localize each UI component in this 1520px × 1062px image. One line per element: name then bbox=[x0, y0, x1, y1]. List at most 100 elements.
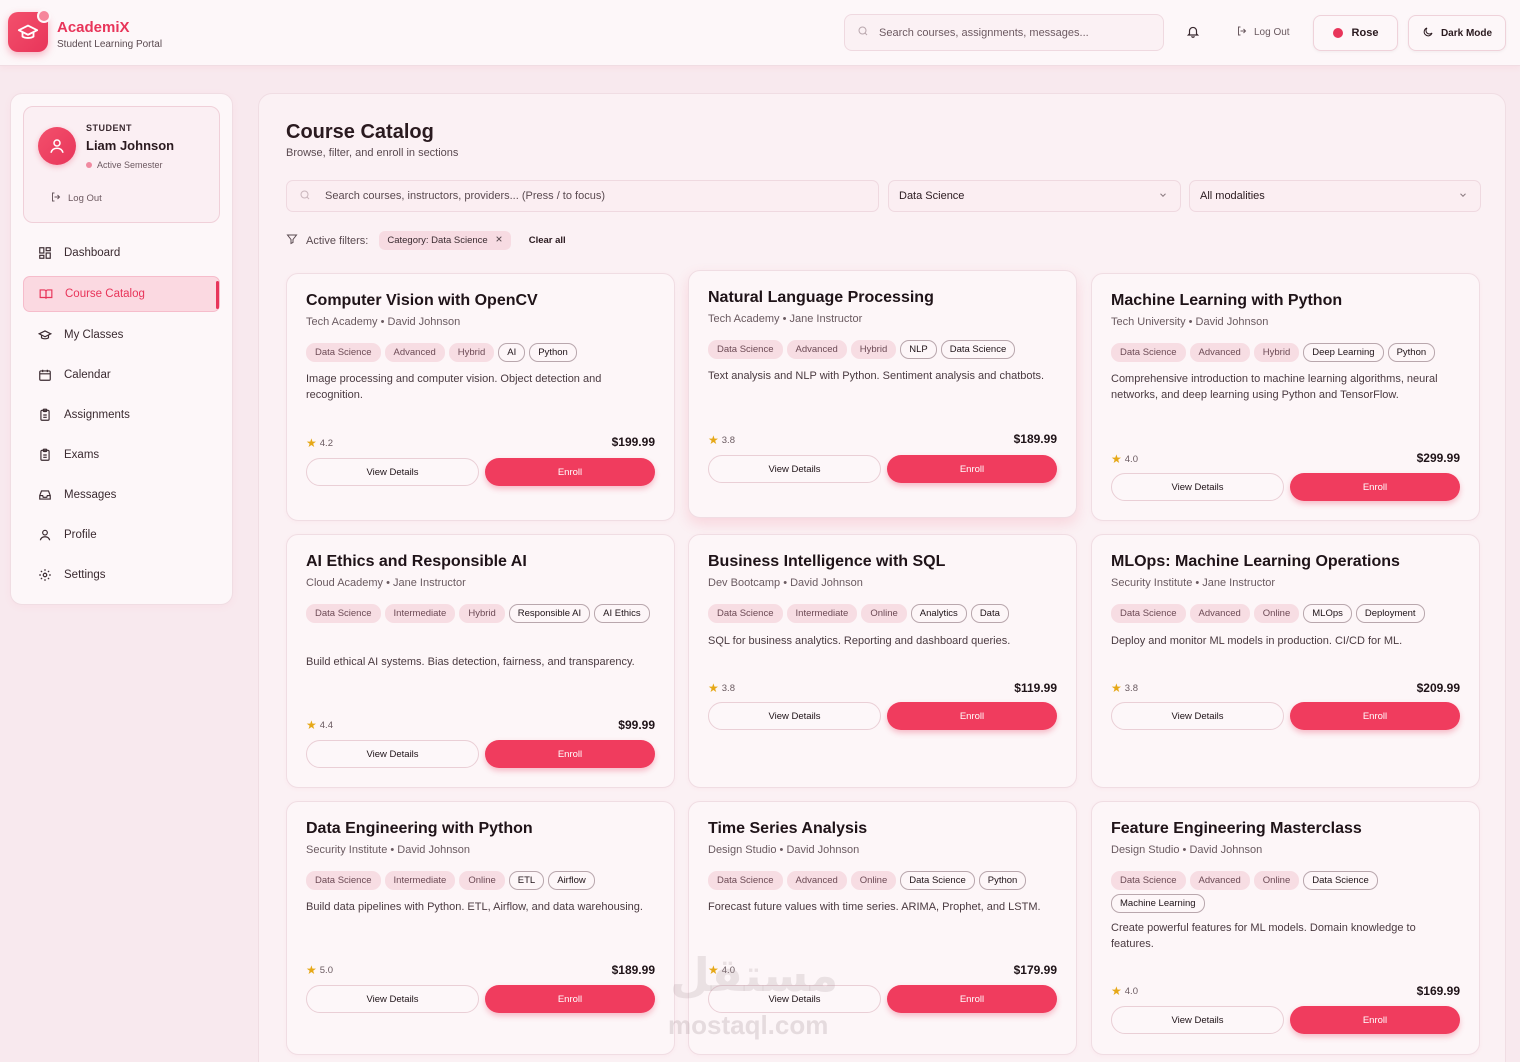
course-title[interactable]: Data Engineering with Python bbox=[306, 820, 533, 838]
page-subtitle: Browse, filter, and enroll in sections bbox=[286, 147, 459, 159]
enroll-button[interactable]: Enroll bbox=[887, 985, 1057, 1013]
search-icon bbox=[299, 189, 311, 204]
course-tags: Data Science Advanced Online Data Scienc… bbox=[1111, 871, 1461, 913]
rating-value: 3.8 bbox=[721, 682, 735, 694]
view-details-button[interactable]: View Details bbox=[1111, 702, 1284, 730]
brand-subtitle: Student Learning Portal bbox=[57, 39, 163, 50]
course-description: Text analysis and NLP with Python. Senti… bbox=[708, 370, 1045, 382]
tag: Machine Learning bbox=[1111, 894, 1205, 913]
filter-chip[interactable]: Category: Data Science bbox=[379, 231, 511, 250]
filter-icon bbox=[286, 233, 298, 248]
course-title[interactable]: AI Ethics and Responsible AI bbox=[306, 553, 527, 571]
enroll-button[interactable]: Enroll bbox=[1290, 473, 1460, 501]
view-details-button[interactable]: View Details bbox=[708, 455, 881, 483]
sidebar-item-label: Exams bbox=[64, 449, 100, 461]
course-title[interactable]: MLOps: Machine Learning Operations bbox=[1111, 553, 1400, 571]
tag: MLOps bbox=[1303, 604, 1352, 623]
tag: Data Science bbox=[708, 871, 783, 890]
course-title[interactable]: Business Intelligence with SQL bbox=[708, 553, 945, 571]
dark-mode-button[interactable]: Dark Mode bbox=[1408, 15, 1506, 51]
course-title[interactable]: Time Series Analysis bbox=[708, 820, 867, 838]
sidebar-item-calendar[interactable]: Calendar bbox=[23, 357, 220, 393]
clear-all-button[interactable]: Clear all bbox=[529, 235, 566, 246]
star-icon: ★ bbox=[708, 681, 719, 695]
star-icon: ★ bbox=[306, 718, 317, 732]
course-title[interactable]: Computer Vision with OpenCV bbox=[306, 292, 538, 310]
tag: Data Science bbox=[306, 343, 381, 362]
main-panel: Course Catalog Browse, filter, and enrol… bbox=[258, 93, 1506, 1062]
sidebar-item-exams[interactable]: Exams bbox=[23, 437, 220, 473]
sidebar-item-course-catalog[interactable]: Course Catalog bbox=[23, 276, 220, 312]
modality-select[interactable]: All modalities bbox=[1189, 180, 1481, 212]
enroll-button[interactable]: Enroll bbox=[887, 702, 1057, 730]
rating-value: 3.8 bbox=[1124, 682, 1138, 694]
view-details-button[interactable]: View Details bbox=[1111, 473, 1284, 501]
page-title: Course Catalog bbox=[286, 121, 434, 143]
course-meta: Tech University • David Johnson bbox=[1111, 316, 1269, 328]
course-description: Build data pipelines with Python. ETL, A… bbox=[306, 901, 643, 913]
course-meta: Tech Academy • Jane Instructor bbox=[708, 313, 863, 325]
enroll-button[interactable]: Enroll bbox=[1290, 1006, 1460, 1034]
gear-icon bbox=[37, 567, 53, 583]
course-card: MLOps: Machine Learning Operations Secur… bbox=[1091, 534, 1480, 788]
sidebar-item-assignments[interactable]: Assignments bbox=[23, 397, 220, 433]
course-title[interactable]: Feature Engineering Masterclass bbox=[1111, 820, 1362, 838]
category-select[interactable]: Data Science bbox=[888, 180, 1181, 212]
tag: Online bbox=[861, 604, 907, 623]
enroll-button[interactable]: Enroll bbox=[1290, 702, 1460, 730]
tag: Python bbox=[1387, 343, 1436, 362]
logo-icon[interactable] bbox=[8, 9, 51, 52]
theme-rose-button[interactable]: Rose bbox=[1313, 15, 1398, 51]
course-meta: Dev Bootcamp • David Johnson bbox=[708, 577, 863, 589]
enroll-button[interactable]: Enroll bbox=[485, 985, 655, 1013]
sidebar-item-profile[interactable]: Profile bbox=[23, 517, 220, 553]
sidebar-item-my-classes[interactable]: My Classes bbox=[23, 317, 220, 353]
tag: Advanced bbox=[786, 871, 847, 890]
course-title[interactable]: Natural Language Processing bbox=[708, 289, 934, 307]
view-details-button[interactable]: View Details bbox=[1111, 1006, 1284, 1034]
star-icon: ★ bbox=[306, 963, 317, 977]
course-description: Image processing and computer vision. Ob… bbox=[306, 373, 602, 401]
rose-dot-icon bbox=[1332, 28, 1343, 38]
tag: AI bbox=[498, 343, 526, 362]
course-card: AI Ethics and Responsible AI Cloud Acade… bbox=[286, 534, 675, 788]
global-search-input[interactable]: Search courses, assignments, messages... bbox=[844, 14, 1164, 51]
rating-value: 4.0 bbox=[1124, 985, 1138, 997]
watermark-arabic: مستقل bbox=[670, 948, 839, 1002]
inbox-icon bbox=[37, 487, 53, 503]
view-details-button[interactable]: View Details bbox=[306, 740, 479, 768]
view-details-button[interactable]: View Details bbox=[306, 458, 479, 486]
moon-icon bbox=[1422, 26, 1434, 41]
course-card: Computer Vision with OpenCV Tech Academy… bbox=[286, 273, 675, 521]
enroll-button[interactable]: Enroll bbox=[485, 458, 655, 486]
bell-icon[interactable] bbox=[1186, 24, 1200, 39]
active-filters-label: Active filters: bbox=[306, 234, 369, 247]
course-rating: ★ 3.8 bbox=[708, 681, 735, 695]
sidebar-item-settings[interactable]: Settings bbox=[23, 557, 220, 593]
tag: Airflow bbox=[548, 871, 595, 890]
course-price: $299.99 bbox=[1416, 451, 1460, 465]
user-icon bbox=[37, 527, 53, 543]
sidebar-logout-button[interactable]: Log Out bbox=[50, 191, 102, 206]
star-icon: ★ bbox=[1111, 681, 1122, 695]
category-select-value: Data Science bbox=[899, 190, 965, 202]
course-price: $169.99 bbox=[1416, 984, 1460, 998]
enroll-button[interactable]: Enroll bbox=[887, 455, 1057, 483]
theme-label: Rose bbox=[1351, 27, 1379, 39]
sidebar-item-dashboard[interactable]: Dashboard bbox=[23, 235, 220, 271]
sidebar-item-messages[interactable]: Messages bbox=[23, 477, 220, 513]
enroll-button[interactable]: Enroll bbox=[485, 740, 655, 768]
avatar[interactable] bbox=[38, 127, 76, 165]
rating-value: 4.0 bbox=[1124, 453, 1138, 465]
course-rating: ★ 4.4 bbox=[306, 718, 333, 732]
catalog-search-input[interactable]: Search courses, instructors, providers..… bbox=[286, 180, 879, 212]
view-details-button[interactable]: View Details bbox=[708, 702, 881, 730]
tag: NLP bbox=[900, 340, 937, 359]
close-icon[interactable] bbox=[495, 235, 503, 246]
logout-button[interactable]: Log Out bbox=[1236, 25, 1290, 40]
watermark-latin: mostaql.com bbox=[668, 1010, 829, 1040]
course-title[interactable]: Machine Learning with Python bbox=[1111, 292, 1342, 310]
sidebar-item-label: Messages bbox=[64, 489, 117, 501]
view-details-button[interactable]: View Details bbox=[306, 985, 479, 1013]
sidebar-item-label: Profile bbox=[64, 529, 97, 541]
